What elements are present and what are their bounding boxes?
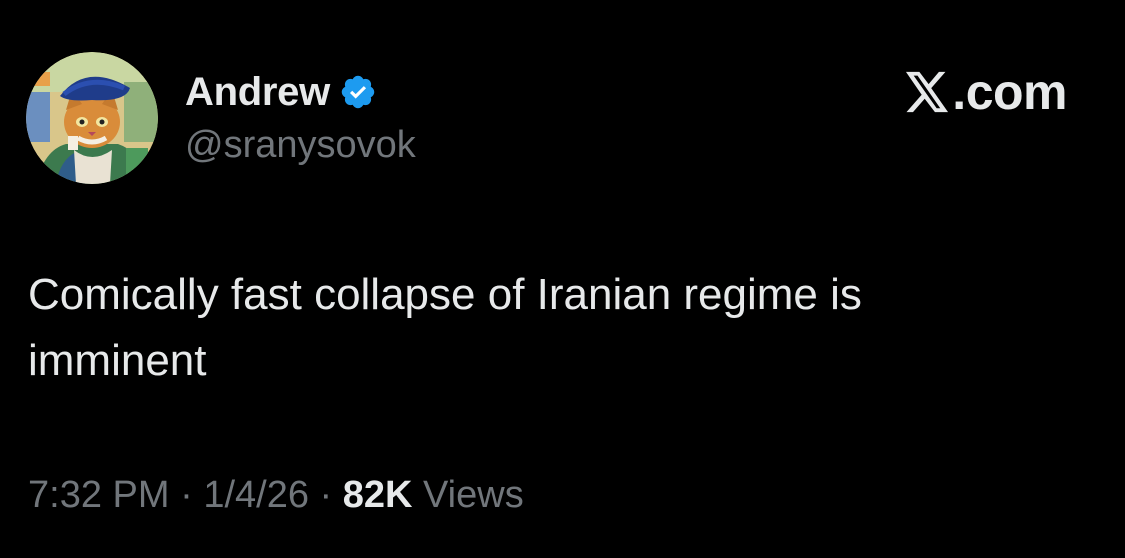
meta-separator: · [169,474,204,516]
tweet-text: Comically fast collapse of Iranian regim… [28,270,862,385]
meta-separator: · [308,474,343,516]
cat-portrait-avatar[interactable] [26,52,158,184]
tweet-meta: 7:32 PM · 1/4/26 · 82K Views [28,474,524,517]
avatar-image [26,52,158,184]
views-label: Views [412,474,524,516]
tweet-card[interactable]: Andrew @sranysovok .com Comically fast c… [0,0,1125,558]
tweet-date[interactable]: 1/4/26 [203,474,309,517]
verified-badge-icon [339,73,377,111]
x-logo-icon [904,70,950,114]
brand-domain-label: .com [952,64,1067,120]
views-count[interactable]: 82K [343,474,413,517]
tweet-time[interactable]: 7:32 PM [28,474,170,517]
brand-watermark: .com [904,62,1067,122]
display-name[interactable]: Andrew [185,70,330,115]
user-handle[interactable]: @sranysovok [185,124,416,167]
author-row[interactable]: Andrew [185,66,377,118]
